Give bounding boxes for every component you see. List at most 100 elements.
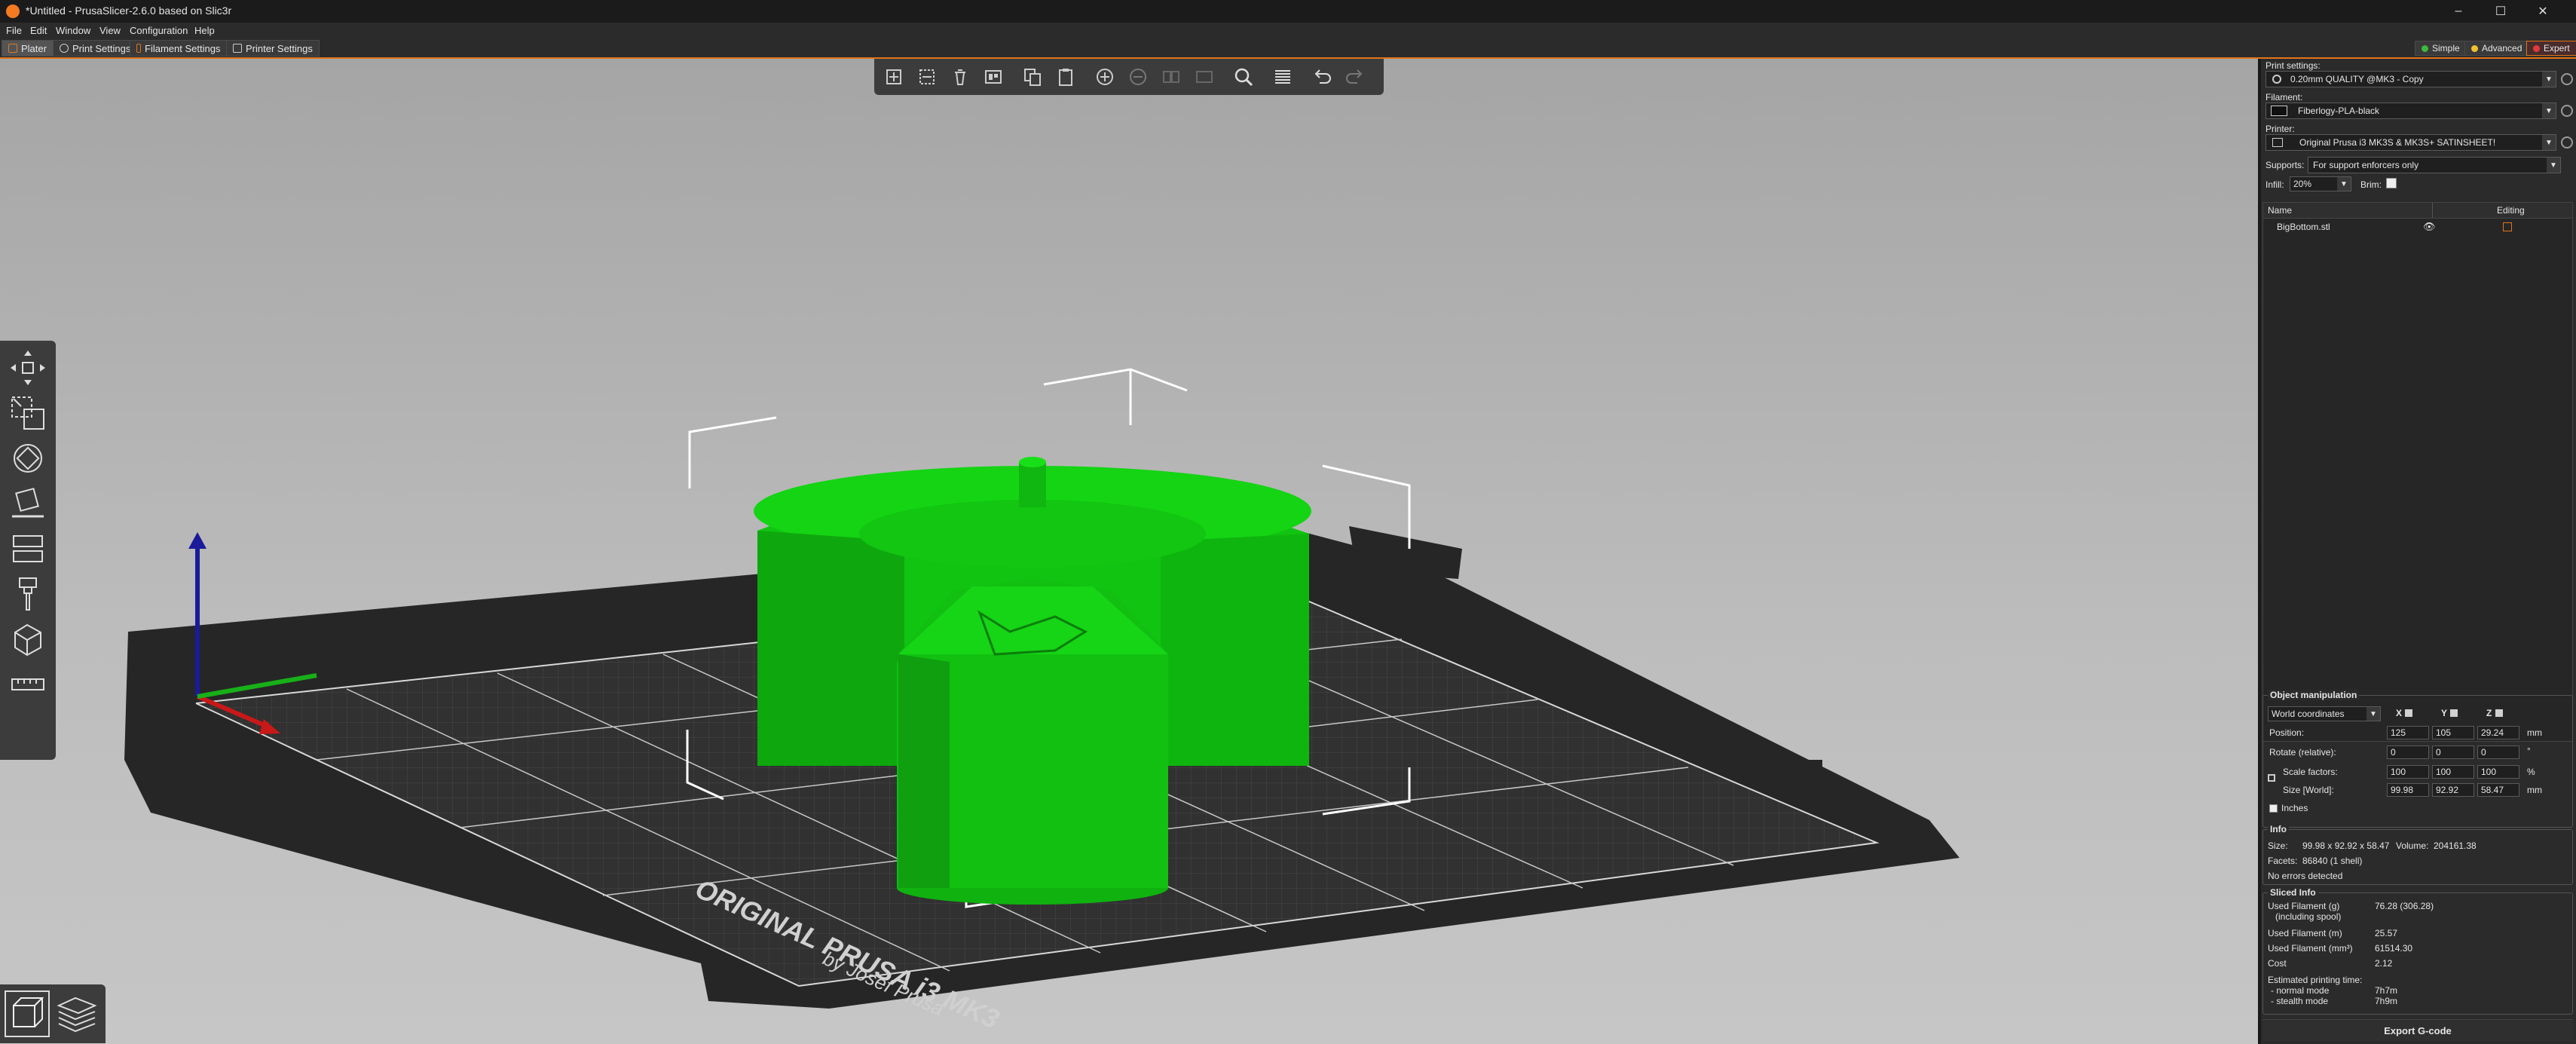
redo-icon[interactable] [1343, 65, 1367, 89]
axis-x-label: X [2396, 708, 2403, 718]
maximize-button[interactable]: ☐ [2480, 0, 2522, 23]
used-filament-m-value: 25.57 [2375, 928, 2398, 938]
add-instance-icon[interactable] [1093, 65, 1117, 89]
tab-printer-settings[interactable]: Printer Settings [226, 40, 320, 57]
edit-object-icon[interactable] [2503, 222, 2512, 231]
info-size-value: 99.98 x 92.92 x 58.47 [2302, 840, 2390, 851]
layers-editing-icon[interactable] [1271, 65, 1295, 89]
tab-print-settings[interactable]: Print Settings [53, 40, 138, 57]
title-bar: *Untitled - PrusaSlicer-2.6.0 based on S… [0, 0, 2576, 23]
place-on-face-icon[interactable] [5, 482, 51, 525]
edit-filament-gear-icon[interactable] [2561, 105, 2573, 117]
mode-advanced-label: Advanced [2482, 43, 2522, 54]
tab-filament-settings-label: Filament Settings [145, 42, 221, 54]
printer-combo[interactable]: Original Prusa i3 MK3S & MK3S+ SATINSHEE… [2265, 134, 2556, 151]
move-icon[interactable] [5, 347, 51, 389]
column-editing[interactable]: Editing [2497, 205, 2525, 216]
menu-help[interactable]: Help [194, 25, 215, 36]
tab-plater[interactable]: Plater [2, 40, 54, 57]
position-unit: mm [2527, 727, 2542, 738]
position-y-input[interactable]: 105 [2432, 726, 2474, 739]
tab-filament-settings[interactable]: Filament Settings [130, 40, 228, 57]
remove-instance-icon[interactable] [1126, 65, 1150, 89]
export-gcode-button[interactable]: Export G-code [2262, 1019, 2573, 1041]
edit-print-settings-gear-icon[interactable] [2561, 73, 2573, 85]
brim-checkbox[interactable] [2386, 178, 2397, 188]
cut-icon[interactable] [5, 528, 51, 570]
preview-button[interactable] [54, 990, 99, 1037]
coordinate-system-combo[interactable]: World coordinates ▼ [2268, 706, 2381, 721]
menu-window[interactable]: Window [56, 25, 90, 36]
minimize-button[interactable]: – [2437, 0, 2480, 23]
coordinate-system-value: World coordinates [2272, 709, 2345, 719]
mode-simple-button[interactable]: Simple [2415, 41, 2467, 56]
window-title: *Untitled - PrusaSlicer-2.6.0 based on S… [26, 5, 232, 17]
column-name[interactable]: Name [2268, 205, 2292, 216]
infill-value: 20% [2293, 179, 2312, 189]
close-button[interactable]: ✕ [2522, 0, 2564, 23]
copy-icon[interactable] [1020, 65, 1045, 89]
cost-label: Cost [2268, 958, 2287, 969]
size-z-input[interactable]: 58.47 [2477, 783, 2519, 797]
menu-file[interactable]: File [6, 25, 22, 36]
scale-icon[interactable] [5, 392, 51, 434]
left-gizmo-toolbar [0, 341, 56, 760]
menu-configuration[interactable]: Configuration [130, 25, 188, 36]
delete-icon[interactable] [915, 65, 939, 89]
list-item[interactable]: BigBottom.stl 👁 [2263, 219, 2572, 234]
edit-printer-gear-icon[interactable] [2561, 136, 2573, 148]
paste-icon[interactable] [1054, 65, 1078, 89]
lock-icon[interactable] [2268, 774, 2275, 782]
scale-y-input[interactable]: 100 [2432, 765, 2474, 779]
3d-scene[interactable]: ORIGINAL PRUSA i3 MK3 by Josef Prusa [0, 59, 2258, 1044]
info-errors: No errors detected [2268, 871, 2343, 881]
inches-checkbox[interactable] [2269, 804, 2278, 813]
seam-icon[interactable] [5, 618, 51, 660]
size-unit: mm [2527, 785, 2542, 795]
scale-x-input[interactable]: 100 [2387, 765, 2429, 779]
used-filament-m-label: Used Filament (m) [2268, 928, 2342, 938]
menu-view[interactable]: View [99, 25, 121, 36]
scale-label: Scale factors: [2283, 767, 2338, 777]
supports-value: For support enforcers only [2313, 160, 2419, 170]
filament-combo[interactable]: Fiberlogy-PLA-black ▼ [2265, 103, 2556, 119]
position-x-input[interactable]: 125 [2387, 726, 2429, 739]
mode-expert-button[interactable]: Expert [2526, 41, 2576, 56]
printer-icon [2272, 138, 2283, 147]
paint-supports-icon[interactable] [5, 573, 51, 615]
arrange-icon[interactable] [981, 65, 1005, 89]
supports-combo[interactable]: For support enforcers only ▼ [2308, 157, 2561, 173]
split-objects-icon[interactable] [1159, 65, 1183, 89]
search-icon[interactable] [1231, 65, 1256, 89]
size-y-input[interactable]: 92.92 [2432, 783, 2474, 797]
axis-x-lock-icon [2405, 709, 2412, 717]
stealth-mode-label: - stealth mode [2271, 996, 2329, 1006]
undo-icon[interactable] [1310, 65, 1334, 89]
filament-color-swatch [2271, 106, 2287, 116]
scale-z-input[interactable]: 100 [2477, 765, 2519, 779]
infill-combo[interactable]: 20% ▼ [2290, 176, 2351, 191]
info-volume-value: 204161.38 [2434, 840, 2477, 851]
position-z-input[interactable]: 29.24 [2477, 726, 2519, 739]
delete-all-icon[interactable] [948, 65, 972, 89]
view-toggle [0, 984, 106, 1043]
3d-view-button[interactable] [5, 990, 50, 1037]
split-parts-icon[interactable] [1192, 65, 1216, 89]
size-label: Size [World]: [2283, 785, 2334, 795]
rotate-y-input[interactable]: 0 [2432, 745, 2474, 759]
print-settings-combo[interactable]: 0.20mm QUALITY @MK3 - Copy ▼ [2265, 71, 2556, 87]
rotate-icon[interactable] [5, 437, 51, 479]
rotate-z-input[interactable]: 0 [2477, 745, 2519, 759]
print-settings-value: 0.20mm QUALITY @MK3 - Copy [2290, 74, 2424, 84]
mode-simple-label: Simple [2432, 43, 2460, 54]
add-icon[interactable] [882, 65, 906, 89]
info-panel: Info Size: 99.98 x 92.92 x 58.47 Volume:… [2262, 824, 2573, 885]
rotate-x-input[interactable]: 0 [2387, 745, 2429, 759]
rotate-unit: ° [2527, 745, 2531, 756]
menu-edit[interactable]: Edit [30, 25, 47, 36]
measure-icon[interactable] [5, 663, 51, 706]
size-x-input[interactable]: 99.98 [2387, 783, 2429, 797]
simple-dot-icon [2422, 44, 2428, 52]
eye-icon[interactable]: 👁 [2423, 221, 2436, 233]
mode-advanced-button[interactable]: Advanced [2464, 41, 2529, 56]
